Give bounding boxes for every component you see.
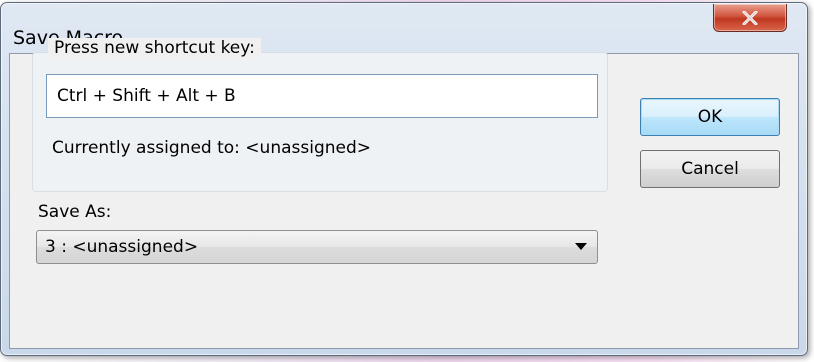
- ok-button[interactable]: OK: [640, 98, 780, 136]
- currently-assigned-text: Currently assigned to: <unassigned>: [52, 138, 372, 158]
- save-as-label: Save As:: [38, 202, 112, 222]
- close-icon: [742, 10, 758, 25]
- chevron-down-icon[interactable]: [575, 243, 587, 250]
- save-as-dropdown[interactable]: 3 : <unassigned>: [36, 230, 598, 264]
- shortcut-group-label: Press new shortcut key:: [48, 38, 261, 58]
- shortcut-groupbox: [32, 52, 608, 192]
- cancel-button[interactable]: Cancel: [640, 150, 780, 188]
- shortcut-key-input[interactable]: [46, 74, 598, 118]
- save-as-selected-value: 3 : <unassigned>: [45, 237, 199, 257]
- close-button[interactable]: [713, 4, 787, 32]
